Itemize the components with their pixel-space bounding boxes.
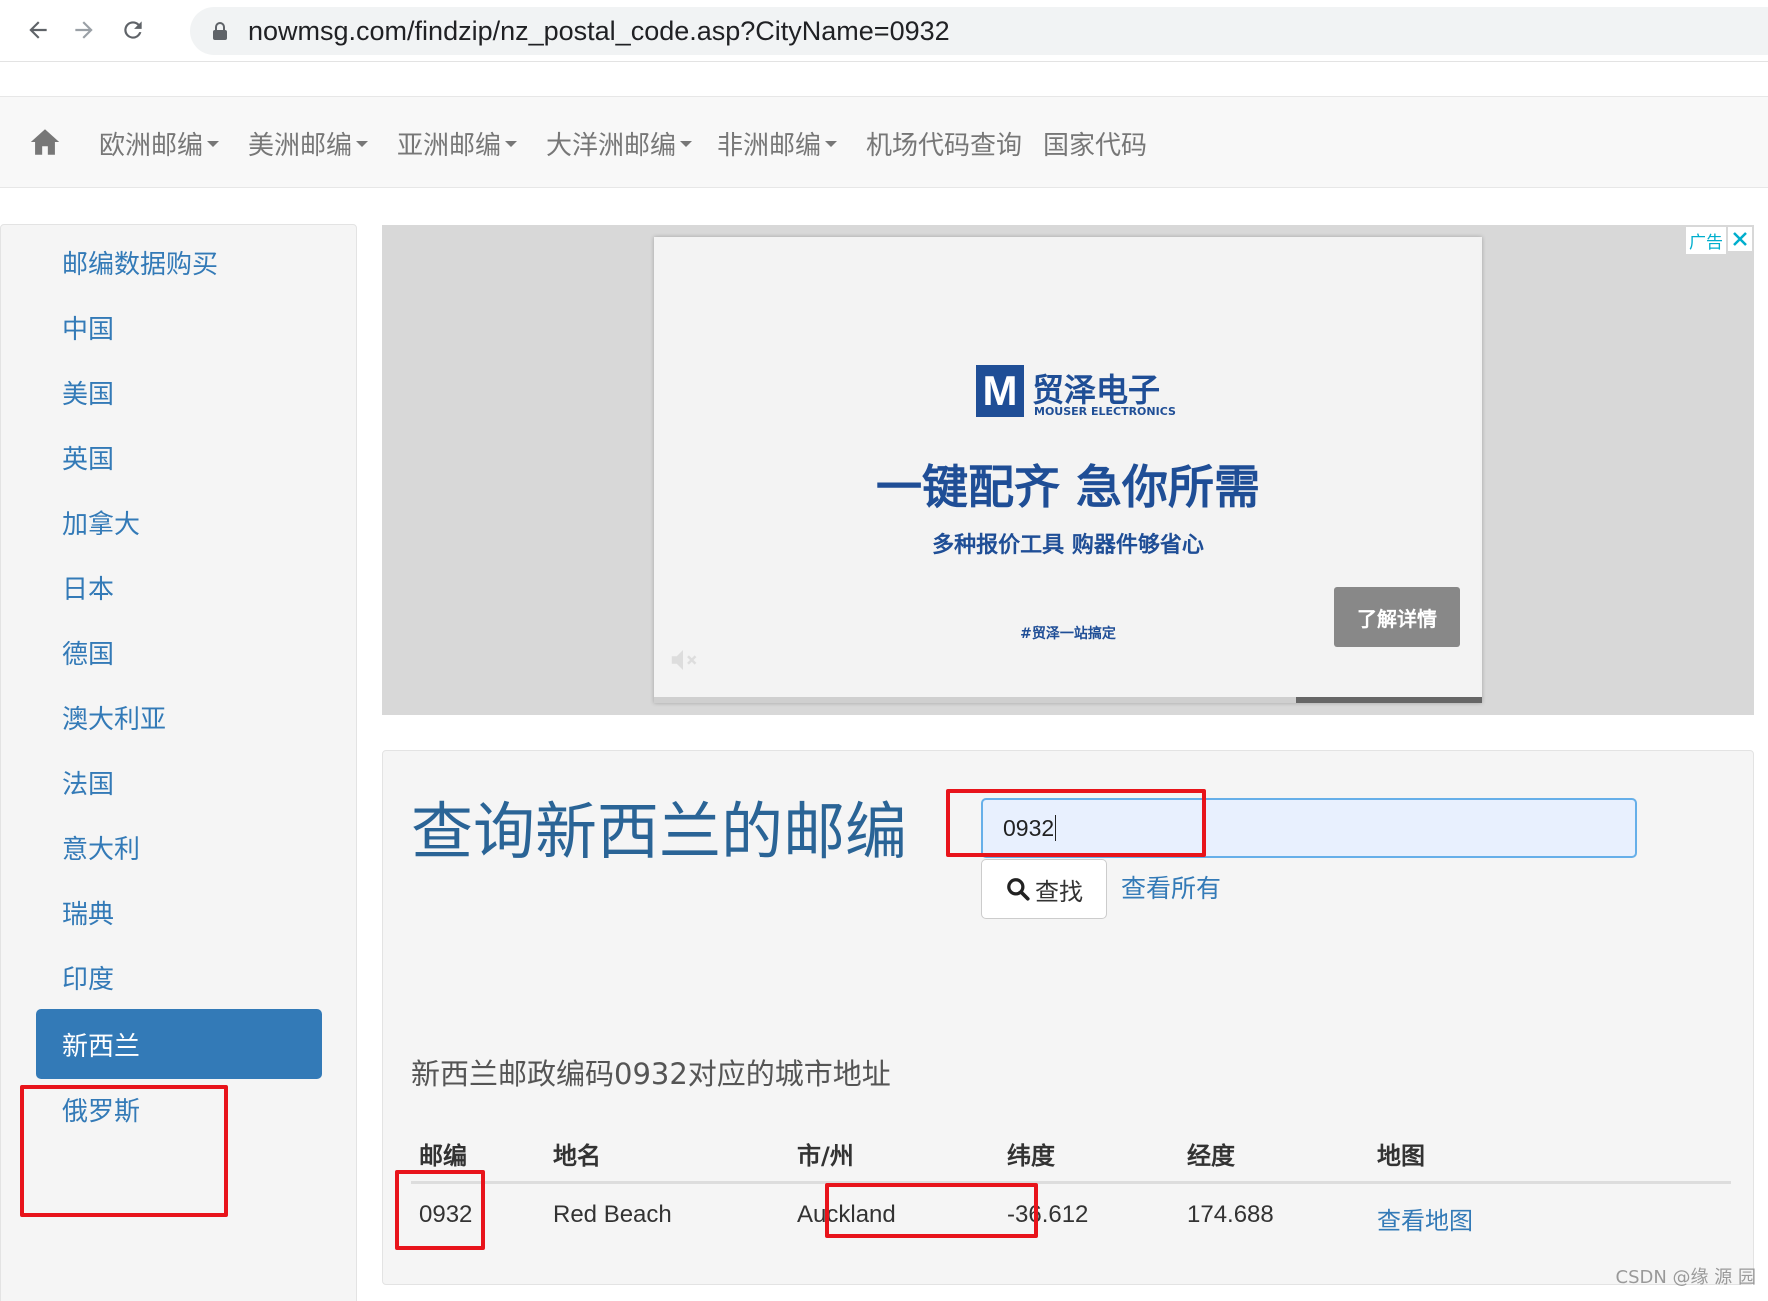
nav-asia[interactable]: 亚洲邮编	[397, 125, 518, 162]
sidebar-item-france[interactable]: 法国	[36, 747, 322, 817]
nav-airport-codes[interactable]: 机场代码查询	[866, 125, 1022, 162]
sidebar-item-italy[interactable]: 意大利	[36, 812, 322, 882]
watermark: CSDN @缘 源 园	[1615, 1267, 1756, 1288]
mouser-logo-mark: M	[976, 365, 1024, 417]
nav-country-codes[interactable]: 国家代码	[1043, 125, 1147, 162]
annotation-box-postcode	[395, 1170, 485, 1250]
caret-down-icon	[505, 140, 518, 147]
sidebar-item-china[interactable]: 中国	[36, 292, 322, 362]
sidebar-item-canada[interactable]: 加拿大	[36, 487, 322, 557]
sidebar-item-sweden[interactable]: 瑞典	[36, 877, 322, 947]
browser-toolbar: nowmsg.com/findzip/nz_postal_code.asp?Ci…	[0, 0, 1768, 62]
column-header-latitude: 纬度	[1007, 1142, 1055, 1170]
sidebar-item-japan[interactable]: 日本	[36, 552, 322, 622]
table-header-divider	[411, 1181, 1731, 1184]
ad-subline: 多种报价工具 购器件够省心	[932, 533, 1204, 558]
caret-down-icon	[825, 140, 838, 147]
search-button[interactable]: 查找	[981, 859, 1107, 919]
reload-button[interactable]	[115, 12, 151, 48]
column-header-map: 地图	[1377, 1142, 1425, 1170]
sidebar-item-new-zealand[interactable]: 新西兰	[36, 1009, 322, 1079]
column-header-place: 地名	[553, 1142, 601, 1170]
sidebar-item-germany[interactable]: 德国	[36, 617, 322, 687]
nav-country-codes-label: 国家代码	[1043, 131, 1148, 161]
ad-progress-bar	[654, 697, 1482, 703]
arrow-left-icon	[29, 21, 47, 39]
nav-airport-codes-label: 机场代码查询	[866, 131, 1023, 161]
nav-oceania-label: 大洋洲邮编	[546, 131, 677, 161]
result-heading: 新西兰邮政编码0932对应的城市地址	[411, 1057, 891, 1091]
annotation-box-search	[946, 789, 1206, 857]
column-header-city-state: 市/州	[797, 1142, 854, 1170]
sidebar-item-india[interactable]: 印度	[36, 942, 322, 1012]
ad-brand-en: MOUSER ELECTRONICS	[1034, 405, 1176, 418]
annotation-box-city	[825, 1183, 1038, 1238]
caret-down-icon	[356, 140, 369, 147]
caret-down-icon	[207, 140, 220, 147]
nav-europe[interactable]: 欧洲邮编	[99, 125, 220, 162]
search-icon	[1007, 878, 1030, 901]
sidebar-item-usa[interactable]: 美国	[36, 357, 322, 427]
url-text: nowmsg.com/findzip/nz_postal_code.asp?Ci…	[248, 16, 950, 46]
nav-africa[interactable]: 非洲邮编	[717, 125, 838, 162]
view-all-link[interactable]: 查看所有	[1121, 869, 1221, 905]
cell-longitude: 174.688	[1187, 1201, 1274, 1228]
site-navbar: 欧洲邮编 美洲邮编 亚洲邮编 大洋洲邮编 非洲邮编 机场代码查询 国家代码	[0, 96, 1768, 188]
reload-icon	[124, 21, 142, 39]
ad-banner[interactable]: M 贸泽电子 MOUSER ELECTRONICS 一键配齐 急你所需 多种报价…	[382, 225, 1754, 715]
page-title: 查询新西兰的邮编	[411, 795, 908, 868]
back-button[interactable]	[20, 12, 56, 48]
search-button-label: 查找	[1035, 877, 1083, 906]
column-header-longitude: 经度	[1187, 1142, 1235, 1170]
caret-down-icon	[680, 140, 693, 147]
nav-oceania[interactable]: 大洋洲邮编	[546, 125, 693, 162]
forward-button[interactable]	[66, 12, 102, 48]
view-map-link[interactable]: 查看地图	[1377, 1201, 1473, 1236]
ad-headline: 一键配齐 急你所需	[875, 460, 1260, 514]
column-header-postcode: 邮编	[419, 1142, 467, 1170]
nav-europe-label: 欧洲邮编	[99, 131, 204, 161]
nav-asia-label: 亚洲邮编	[397, 131, 502, 161]
annotation-box-sidebar	[20, 1085, 228, 1217]
arrow-right-icon	[75, 21, 93, 39]
close-icon[interactable]	[1728, 227, 1752, 251]
nav-americas-label: 美洲邮编	[248, 131, 353, 161]
sidebar-item-australia[interactable]: 澳大利亚	[36, 682, 322, 752]
nav-africa-label: 非洲邮编	[717, 131, 822, 161]
address-bar[interactable]: nowmsg.com/findzip/nz_postal_code.asp?Ci…	[190, 7, 1768, 55]
sidebar-item-uk[interactable]: 英国	[36, 422, 322, 492]
mute-icon[interactable]	[668, 645, 698, 675]
cell-place: Red Beach	[553, 1201, 672, 1228]
lock-icon	[213, 22, 227, 40]
sidebar-item-buy-data[interactable]: 邮编数据购买	[36, 227, 322, 297]
ad-card[interactable]: M 贸泽电子 MOUSER ELECTRONICS 一键配齐 急你所需 多种报价…	[654, 237, 1482, 703]
nav-americas[interactable]: 美洲邮编	[248, 125, 369, 162]
ad-learn-more-button[interactable]: 了解详情	[1334, 587, 1460, 647]
ad-progress-fill	[654, 697, 1296, 703]
home-icon[interactable]	[28, 125, 62, 159]
ad-label: 广告	[1686, 227, 1726, 254]
